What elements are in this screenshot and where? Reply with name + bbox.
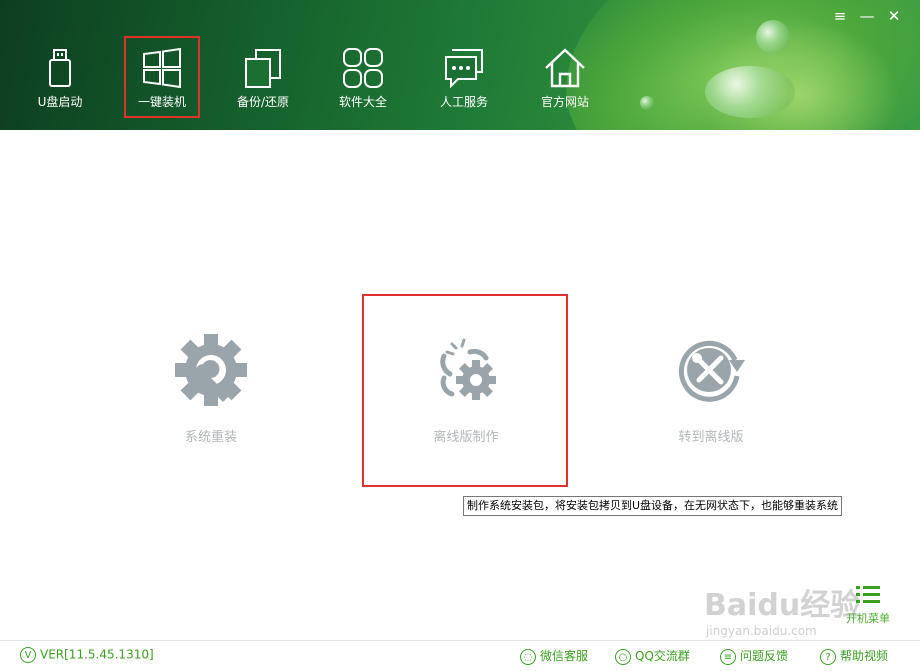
version-info: V VER[11.5.45.1310] bbox=[20, 647, 154, 663]
link-label: QQ交流群 bbox=[635, 649, 690, 663]
nav-label: U盘启动 bbox=[37, 95, 83, 109]
link-qq-group[interactable]: ○ QQ交流群 bbox=[615, 647, 690, 665]
menu-icon[interactable]: ≡ bbox=[830, 6, 850, 26]
header-banner: ≡ — ✕ U盘启动 一键装机 备份/还原 软件大全 人工服务 官方网站 bbox=[0, 0, 920, 130]
qq-icon: ○ bbox=[615, 648, 631, 665]
link-feedback[interactable]: ≡ 问题反馈 bbox=[720, 647, 788, 665]
minimize-icon[interactable]: — bbox=[857, 6, 877, 26]
nav-label: 官方网站 bbox=[540, 95, 589, 109]
nav-manual-service[interactable]: 人工服务 bbox=[426, 36, 502, 118]
nav-usb-boot[interactable]: U盘启动 bbox=[22, 36, 98, 118]
card-label: 系统重装 bbox=[184, 430, 237, 445]
list-icon bbox=[856, 586, 880, 603]
link-label: 微信客服 bbox=[540, 649, 589, 663]
card-label: 转到离线版 bbox=[678, 430, 744, 445]
close-icon[interactable]: ✕ bbox=[884, 6, 904, 26]
watermark-sub: jingyan.baidu.com bbox=[706, 624, 817, 638]
feedback-icon: ≡ bbox=[720, 648, 736, 665]
nav-label: 一键装机 bbox=[137, 95, 186, 109]
wechat-icon: ◌ bbox=[520, 648, 536, 665]
link-help-video[interactable]: ? 帮助视频 bbox=[820, 647, 888, 665]
chat-bubble-icon bbox=[445, 49, 483, 89]
water-drop bbox=[705, 66, 795, 118]
backup-restore-icon bbox=[245, 49, 281, 88]
help-icon: ? bbox=[820, 648, 836, 665]
link-label: 问题反馈 bbox=[740, 649, 789, 663]
apps-grid-icon bbox=[343, 48, 383, 88]
nav-official-site[interactable]: 官方网站 bbox=[527, 36, 603, 118]
water-drop bbox=[640, 96, 654, 110]
footer: V VER[11.5.45.1310] ◌ 微信客服 ○ QQ交流群 ≡ 问题反馈 ? 帮… bbox=[0, 640, 920, 671]
nav-one-click-install[interactable]: 一键装机 bbox=[124, 36, 200, 118]
nav-label: 备份/还原 bbox=[236, 95, 290, 109]
windows-logo-icon bbox=[143, 47, 181, 89]
watermark-main: Baidu经验 bbox=[704, 588, 861, 623]
water-drop bbox=[756, 20, 790, 54]
nav-label: 人工服务 bbox=[439, 95, 488, 109]
nav-software[interactable]: 软件大全 bbox=[325, 36, 401, 118]
boot-menu-label: 开机菜单 bbox=[846, 612, 890, 625]
version-icon: V bbox=[20, 647, 36, 663]
link-wechat-support[interactable]: ◌ 微信客服 bbox=[520, 647, 588, 665]
tools-refresh-icon bbox=[678, 340, 745, 402]
card-system-reinstall[interactable]: 系统重装 bbox=[136, 330, 286, 460]
highlight-frame bbox=[362, 294, 568, 487]
nav-backup-restore[interactable]: 备份/还原 bbox=[225, 36, 301, 118]
nav-label: 软件大全 bbox=[338, 95, 387, 109]
boot-menu-button[interactable]: 开机菜单 bbox=[838, 584, 898, 626]
gear-wrench-icon bbox=[175, 334, 247, 406]
link-label: 帮助视频 bbox=[840, 649, 889, 663]
home-icon bbox=[545, 48, 585, 88]
version-text: VER[11.5.45.1310] bbox=[40, 647, 154, 662]
card-switch-offline[interactable]: 转到离线版 bbox=[636, 330, 786, 460]
tooltip: 制作系统安装包，将安装包拷贝到U盘设备，在无网状态下，也能够重装系统 bbox=[463, 496, 843, 516]
usb-drive-icon bbox=[49, 49, 71, 87]
